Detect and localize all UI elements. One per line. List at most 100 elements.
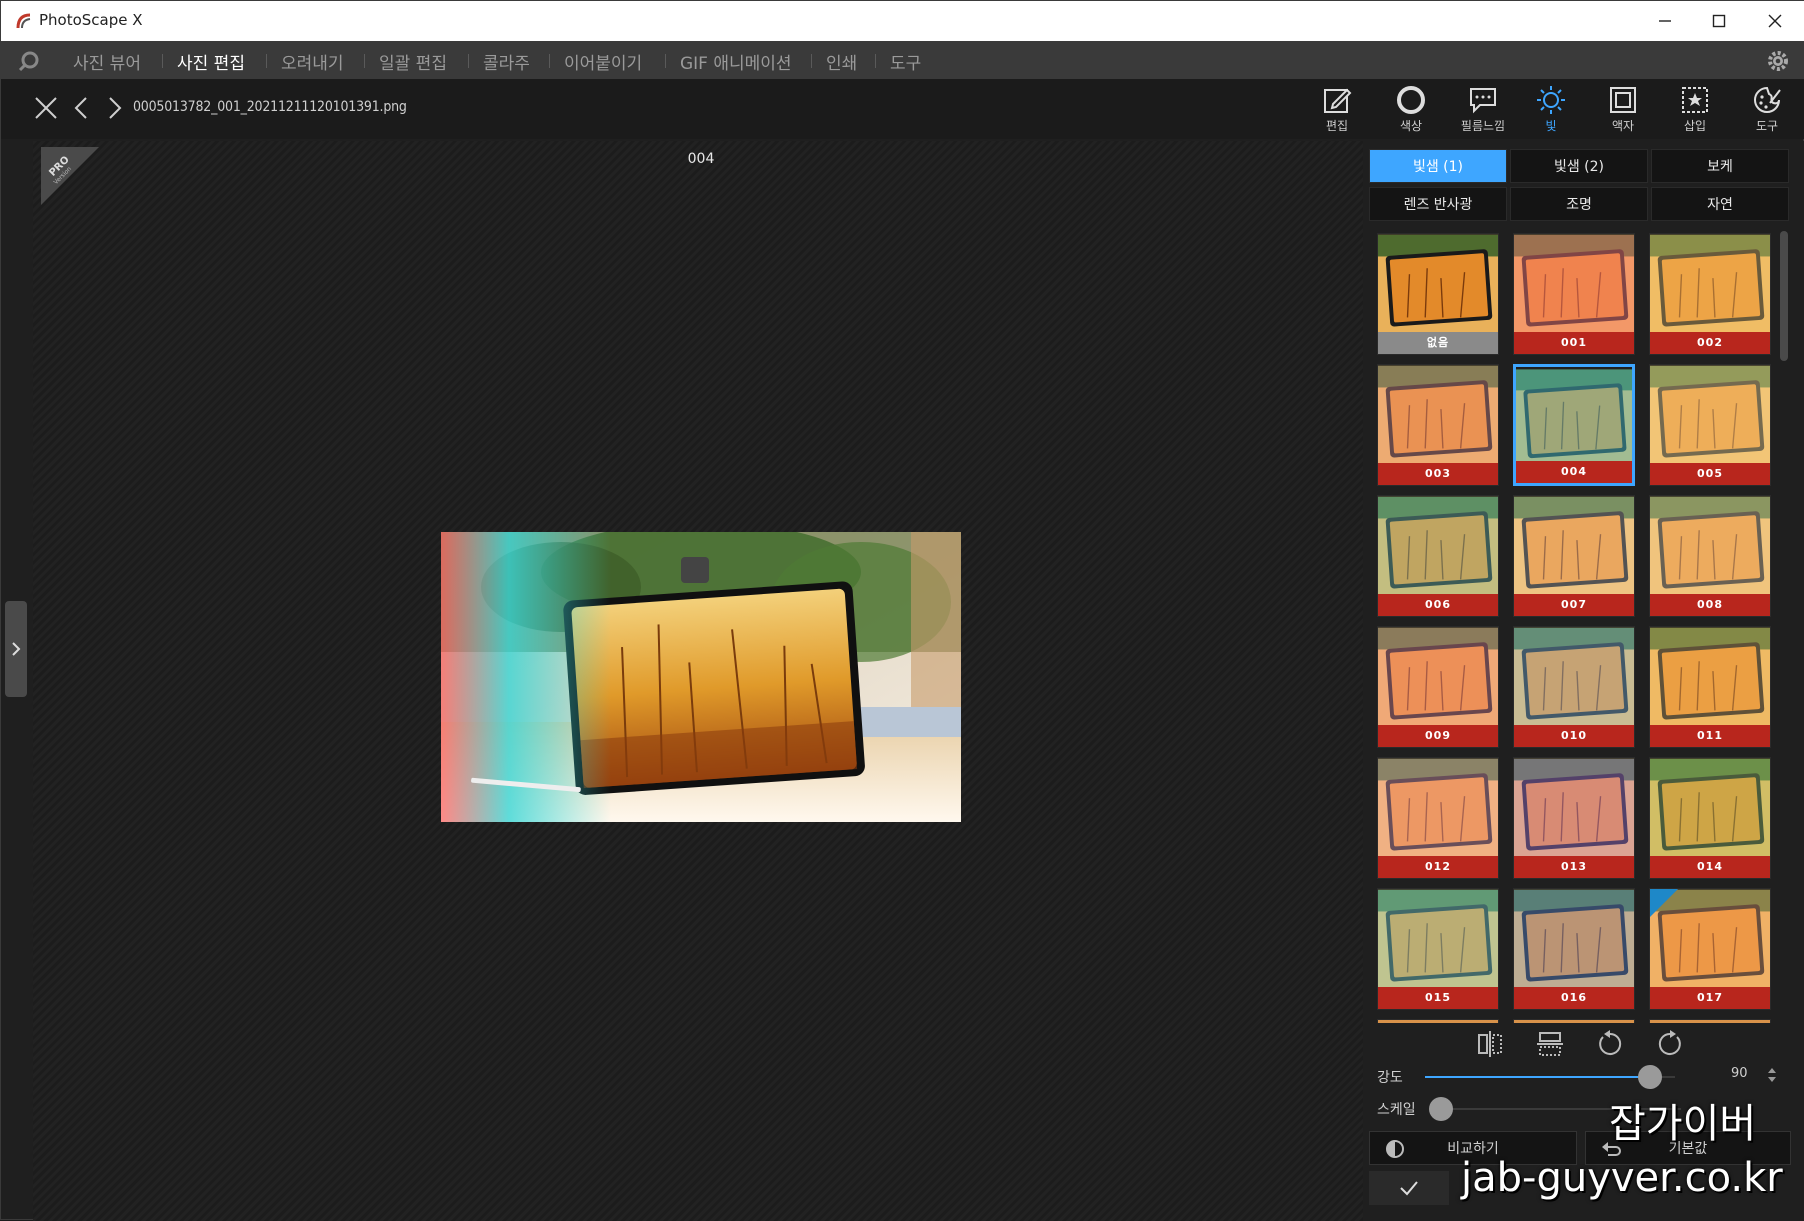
- effect-thumbnail[interactable]: 013: [1513, 757, 1635, 879]
- chevron-right-icon: [12, 642, 21, 656]
- tool-color-label: 색상: [1399, 119, 1423, 133]
- tab-light-leak-1[interactable]: 빛샘 (1): [1369, 149, 1507, 183]
- side-panel-toggle[interactable]: [5, 601, 27, 697]
- tool-film[interactable]: 필름느낌: [1453, 83, 1513, 137]
- film-icon: [1470, 88, 1496, 114]
- thumbnail-caption: 011: [1650, 725, 1770, 747]
- window-title: PhotoScape X: [39, 11, 143, 29]
- tab-nature[interactable]: 자연: [1651, 187, 1789, 221]
- menu-batch-edit[interactable]: 일괄 편집: [379, 49, 447, 74]
- menu-divider: [549, 54, 550, 68]
- tool-edit-label: 편집: [1325, 119, 1349, 133]
- previous-icon[interactable]: [69, 95, 95, 121]
- thumbnail-preview-image: [1514, 234, 1634, 334]
- menu-print[interactable]: 인쇄: [826, 49, 857, 74]
- menu-divider: [468, 54, 469, 68]
- rotate-left-icon[interactable]: [1595, 1029, 1625, 1059]
- thumbnail-preview-image: [1378, 365, 1498, 465]
- menu-combine[interactable]: 이어붙이기: [564, 49, 642, 74]
- tool-light[interactable]: 빛: [1521, 83, 1581, 137]
- tool-insert[interactable]: 삽입: [1665, 83, 1725, 137]
- tab-lens-flare[interactable]: 렌즈 반사광: [1369, 187, 1507, 221]
- effect-thumbnail[interactable]: 001: [1513, 233, 1635, 355]
- effect-thumbnail[interactable]: 016: [1513, 888, 1635, 1010]
- menu-photo-viewer[interactable]: 사진 뷰어: [73, 49, 141, 74]
- maximize-button[interactable]: [1691, 1, 1747, 41]
- frame-icon: [1610, 87, 1636, 113]
- effect-thumbnail[interactable]: 002: [1649, 233, 1771, 355]
- menu-tools[interactable]: 도구: [890, 49, 921, 74]
- thumbnail-preview-image: [1650, 496, 1770, 596]
- thumbnail-preview-image: [1514, 758, 1634, 858]
- thumbnail-caption: 012: [1378, 856, 1498, 878]
- tab-bokeh[interactable]: 보케: [1651, 149, 1789, 183]
- thumbnail-caption: 016: [1514, 987, 1634, 1009]
- thumbnail-caption: 010: [1514, 725, 1634, 747]
- strength-stepper-icon[interactable]: [1767, 1067, 1777, 1083]
- effect-thumbnail[interactable]: [1649, 1019, 1771, 1023]
- scale-slider-knob[interactable]: [1429, 1097, 1453, 1121]
- next-icon[interactable]: [101, 95, 127, 121]
- thumbnail-preview-image: [1378, 496, 1498, 596]
- tool-frame[interactable]: 액자: [1593, 83, 1653, 137]
- pro-version-badge: PRO Version: [41, 147, 99, 205]
- thumbnail-preview-image: [1650, 234, 1770, 334]
- tool-edit[interactable]: 편집: [1307, 83, 1367, 137]
- effect-thumbnail[interactable]: 005: [1649, 364, 1771, 486]
- menu-gif-animation[interactable]: GIF 애니메이션: [680, 49, 792, 74]
- menu-photo-editor[interactable]: 사진 편집: [177, 49, 245, 74]
- minimize-button[interactable]: [1637, 1, 1693, 41]
- menu-divider: [875, 54, 876, 68]
- effect-thumbnail[interactable]: 017: [1649, 888, 1771, 1010]
- apply-button[interactable]: [1369, 1171, 1449, 1205]
- tab-light-leak-2[interactable]: 빛샘 (2): [1510, 149, 1648, 183]
- tools-icon: [1754, 86, 1781, 113]
- close-icon: [1768, 14, 1782, 28]
- checkmark-icon: [1400, 1181, 1418, 1196]
- tool-color[interactable]: 색상: [1381, 83, 1441, 137]
- effect-thumbnail[interactable]: 008: [1649, 495, 1771, 617]
- close-file-icon[interactable]: [33, 95, 59, 121]
- thumbnail-preview-image: [1378, 627, 1498, 727]
- tool-tools[interactable]: 도구: [1737, 83, 1797, 137]
- tab-lighting[interactable]: 조명: [1510, 187, 1648, 221]
- flip-vertical-icon[interactable]: [1535, 1029, 1565, 1059]
- thumbnail-caption: 007: [1514, 594, 1634, 616]
- effect-thumbnail[interactable]: 007: [1513, 495, 1635, 617]
- minimize-icon: [1659, 20, 1671, 22]
- settings-gear-icon[interactable]: [1765, 48, 1791, 74]
- effect-thumbnail[interactable]: 011: [1649, 626, 1771, 748]
- tool-light-label: 빛: [1545, 119, 1557, 133]
- strength-value: 90: [1731, 1066, 1748, 1081]
- effect-thumbnail[interactable]: [1513, 1019, 1635, 1023]
- effect-thumbnail[interactable]: 006: [1377, 495, 1499, 617]
- search-icon[interactable]: [17, 49, 41, 73]
- effect-thumbnail[interactable]: 004: [1513, 364, 1635, 486]
- flip-horizontal-icon[interactable]: [1475, 1029, 1505, 1059]
- effect-thumbnail[interactable]: 009: [1377, 626, 1499, 748]
- effect-thumbnail[interactable]: 003: [1377, 364, 1499, 486]
- tool-film-label: 필름느낌: [1460, 119, 1506, 133]
- effect-thumbnail[interactable]: 015: [1377, 888, 1499, 1010]
- effect-thumbnail[interactable]: 012: [1377, 757, 1499, 879]
- effect-thumbnail[interactable]: 014: [1649, 757, 1771, 879]
- photo-preview: [441, 532, 961, 822]
- menu-divider: [364, 54, 365, 68]
- menu-collage[interactable]: 콜라주: [483, 49, 530, 74]
- strength-slider-knob[interactable]: [1638, 1065, 1662, 1089]
- effect-thumbnail[interactable]: 010: [1513, 626, 1635, 748]
- thumbnail-preview-image: [1650, 627, 1770, 727]
- menu-cutout[interactable]: 오려내기: [281, 49, 344, 74]
- thumbnail-caption: 005: [1650, 463, 1770, 485]
- watermark-korean: 잡가이버: [1609, 1101, 1757, 1147]
- close-window-button[interactable]: [1747, 1, 1803, 41]
- rotate-right-icon[interactable]: [1655, 1029, 1685, 1059]
- effect-thumbnail[interactable]: 없음: [1377, 233, 1499, 355]
- strength-label: 강도: [1377, 1070, 1403, 1086]
- thumbnail-caption: 008: [1650, 594, 1770, 616]
- thumbnail-caption: 006: [1378, 594, 1498, 616]
- menu-divider: [162, 54, 163, 68]
- thumbnail-scrollbar[interactable]: [1780, 231, 1788, 361]
- color-icon: [1397, 86, 1425, 114]
- effect-thumbnail[interactable]: [1377, 1019, 1499, 1023]
